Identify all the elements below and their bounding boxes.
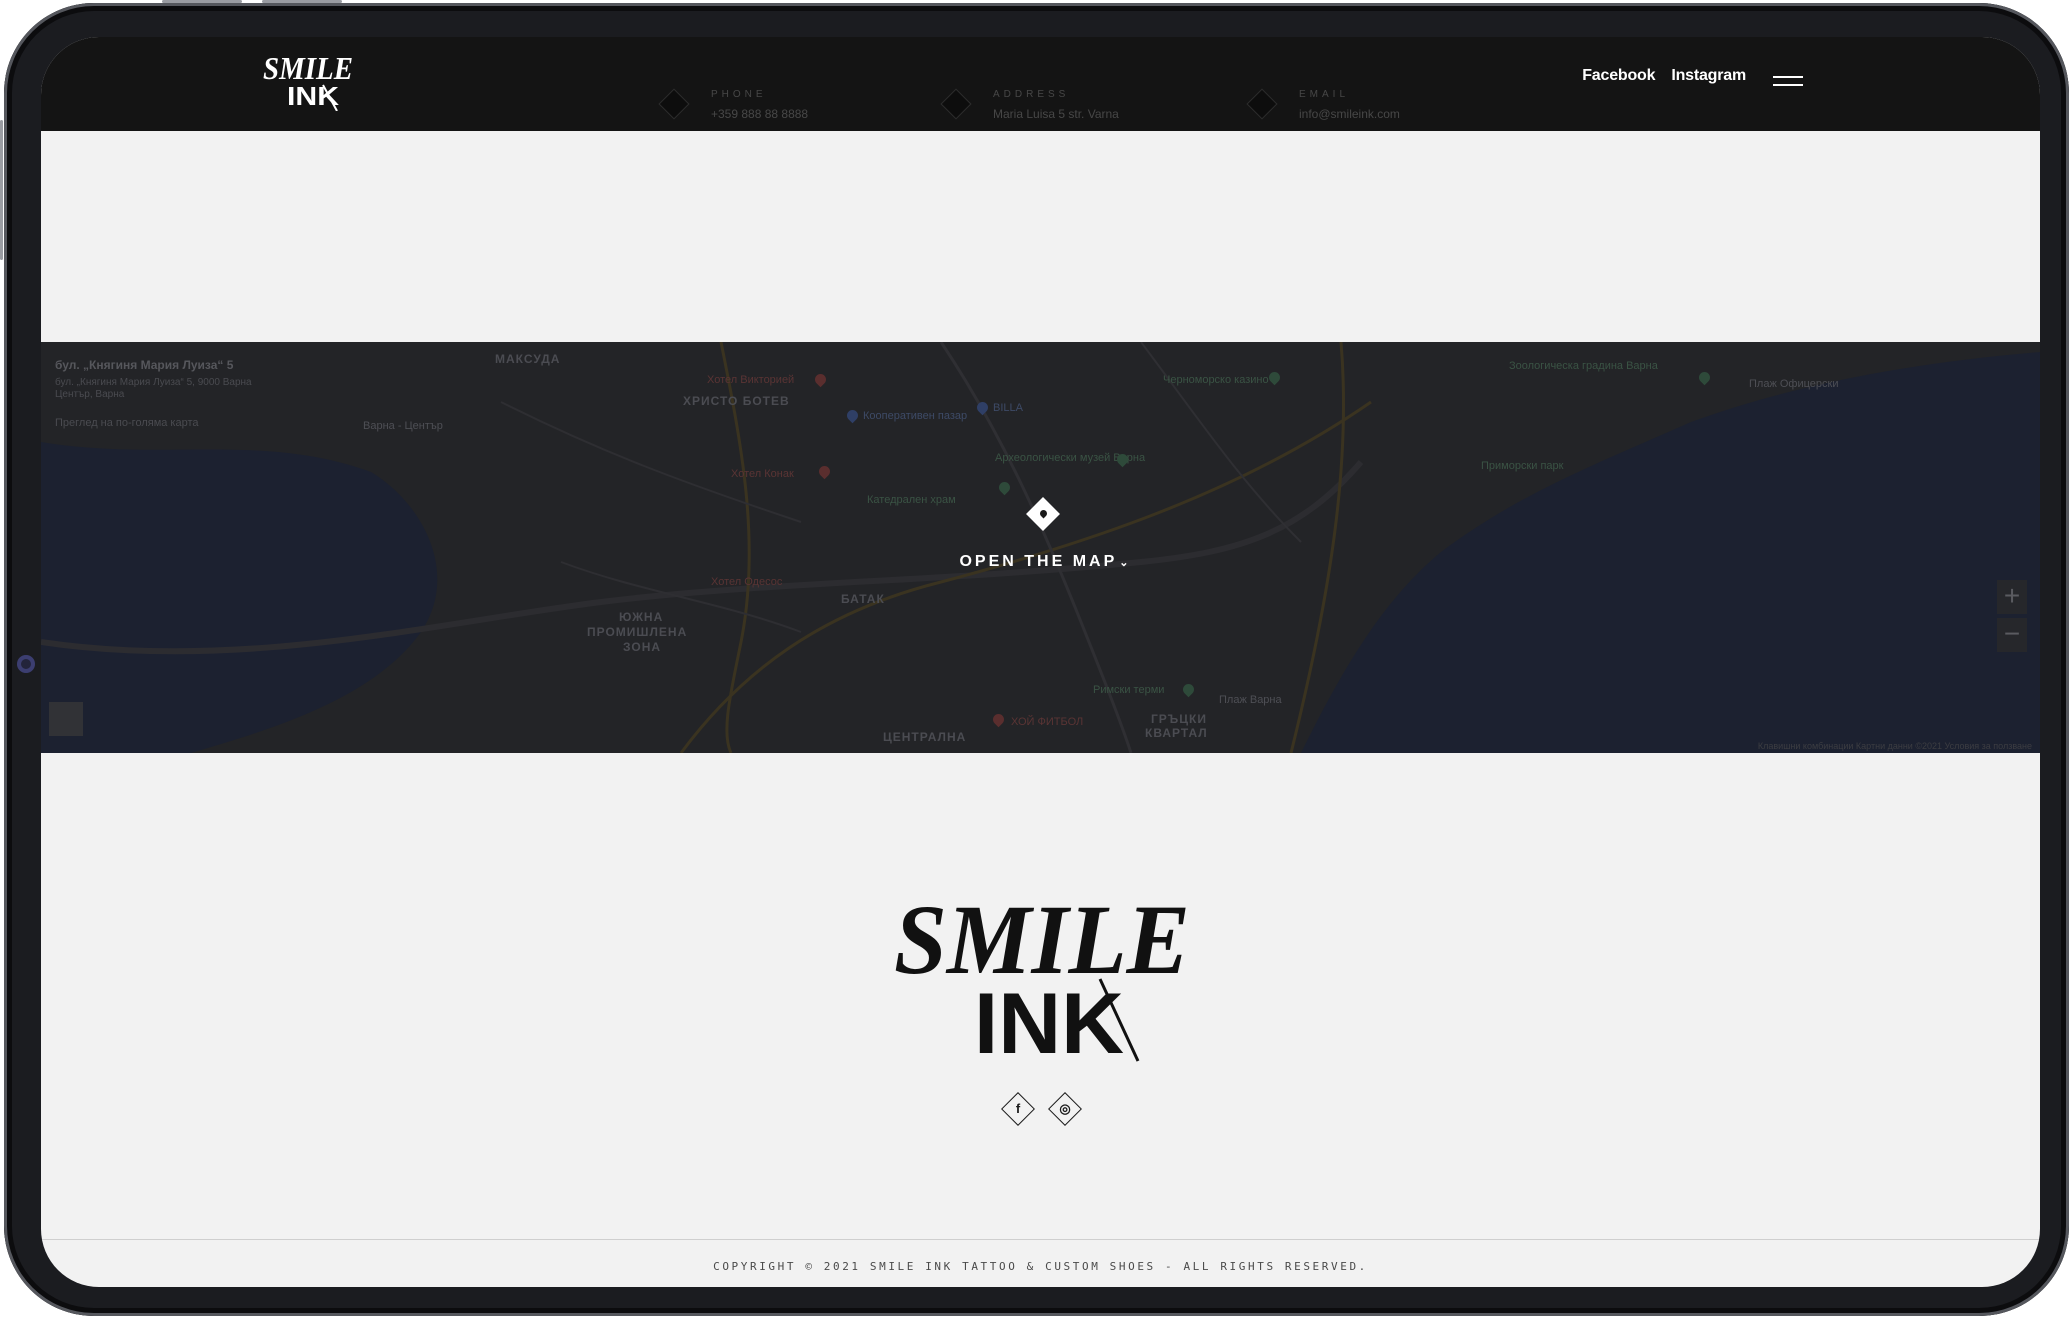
power-button [0, 120, 3, 260]
map-place-label: ХРИСТО БОТЕВ [683, 394, 790, 408]
svg-text:INK: INK [974, 976, 1124, 1063]
map-info-address: бул. „Княгиня Мария Луиза“ 5, 9000 Варна… [55, 377, 252, 400]
site-header: SMILE INK PHONE +359 888 88 8888 ADDRESS… [41, 37, 2040, 131]
map-place-label: ЮЖНА [619, 610, 664, 624]
map-place-label: ЦЕНТРАЛНА [883, 730, 967, 744]
facebook-icon: f [1015, 1101, 1021, 1116]
map-place-label: ХОЙ ФИТБОЛ [1011, 716, 1084, 728]
map-place-label: Римски терми [1093, 684, 1165, 696]
map-attribution[interactable]: Клавишни комбинации Картни данни ©2021 У… [1758, 741, 2032, 751]
map-place-label: КВАРТАЛ [1145, 726, 1208, 740]
map-place-label: Катедрален храм [867, 494, 956, 506]
contact-value: +359 888 88 8888 [711, 107, 809, 121]
contact-value: Maria Luisa 5 str. Varna [993, 107, 1119, 121]
contact-label: EMAIL [1299, 89, 1350, 100]
tablet-frame: SMILE INK PHONE +359 888 88 8888 ADDRESS… [4, 3, 2069, 1316]
footer-divider [41, 1239, 2040, 1240]
instagram-icon: ◎ [1059, 1101, 1071, 1116]
nav-instagram-link[interactable]: Instagram [1671, 67, 1746, 85]
website-screen: SMILE INK PHONE +359 888 88 8888 ADDRESS… [41, 37, 2040, 1287]
svg-text:INK: INK [287, 81, 339, 111]
hamburger-menu-icon[interactable] [1773, 73, 1803, 89]
map-zoom-in-button[interactable]: + [1997, 580, 2027, 614]
open-map-label: OPEN THE MAP [959, 553, 1118, 570]
map-place-label: ПРОМИШЛЕНА [587, 625, 688, 639]
email-icon [1246, 88, 1278, 120]
map-place-label: Плаж Офицерски [1749, 378, 1839, 390]
map-place-label: МАКСУДА [495, 352, 561, 366]
map-place-label: Хотел Викторией [707, 374, 795, 386]
map-larger-link[interactable]: Преглед на по-голяма карта [55, 417, 265, 429]
header-nav: Facebook Instagram [1582, 67, 1746, 85]
map-info-card: бул. „Княгиня Мария Луиза“ 5 бул. „Княги… [55, 358, 265, 429]
map-place-label: Зоологическа градина Варна [1509, 360, 1658, 372]
nav-facebook-link[interactable]: Facebook [1582, 67, 1655, 85]
chevron-down-icon: ⌄ [1119, 557, 1129, 569]
map-zoom-out-button[interactable]: − [1997, 618, 2027, 652]
contact-label: PHONE [711, 89, 767, 100]
map-place-label: ГРЪЦКИ [1151, 712, 1207, 726]
map-place-label: Приморски парк [1481, 460, 1564, 472]
map-fullscreen-button[interactable] [49, 702, 83, 736]
map-place-label: Плаж Варна [1219, 694, 1282, 706]
location-icon [940, 88, 972, 120]
contact-label: ADDRESS [993, 89, 1070, 100]
copyright-text: COPYRIGHT © 2021 SMILE INK TATTOO & CUST… [713, 1260, 1368, 1273]
footer-facebook-button[interactable]: f [1001, 1092, 1035, 1126]
map-place-label: Варна - Център [363, 420, 443, 432]
footer-instagram-button[interactable]: ◎ [1048, 1092, 1082, 1126]
map-place-label: ЗОНА [623, 640, 662, 654]
map-section[interactable]: бул. „Княгиня Мария Луиза“ 5 бул. „Княги… [41, 342, 2040, 753]
map-place-label: BILLA [993, 402, 1023, 414]
front-camera [17, 655, 35, 673]
map-place-label: Кооперативен пазар [863, 410, 968, 422]
map-place-label: БАТАК [841, 592, 885, 606]
header-logo[interactable]: SMILE INK [263, 49, 355, 111]
footer-logo[interactable]: SMILE INK [894, 883, 1194, 1063]
map-place-label: Хотел Одесос [711, 576, 783, 588]
map-background [41, 342, 2040, 753]
map-place-label: Черноморско казино [1163, 374, 1269, 386]
contact-value: info@smileink.com [1299, 107, 1400, 121]
phone-icon [658, 88, 690, 120]
map-place-label: Хотел Конак [731, 468, 794, 480]
map-info-title: бул. „Княгиня Мария Луиза“ 5 [55, 358, 234, 372]
